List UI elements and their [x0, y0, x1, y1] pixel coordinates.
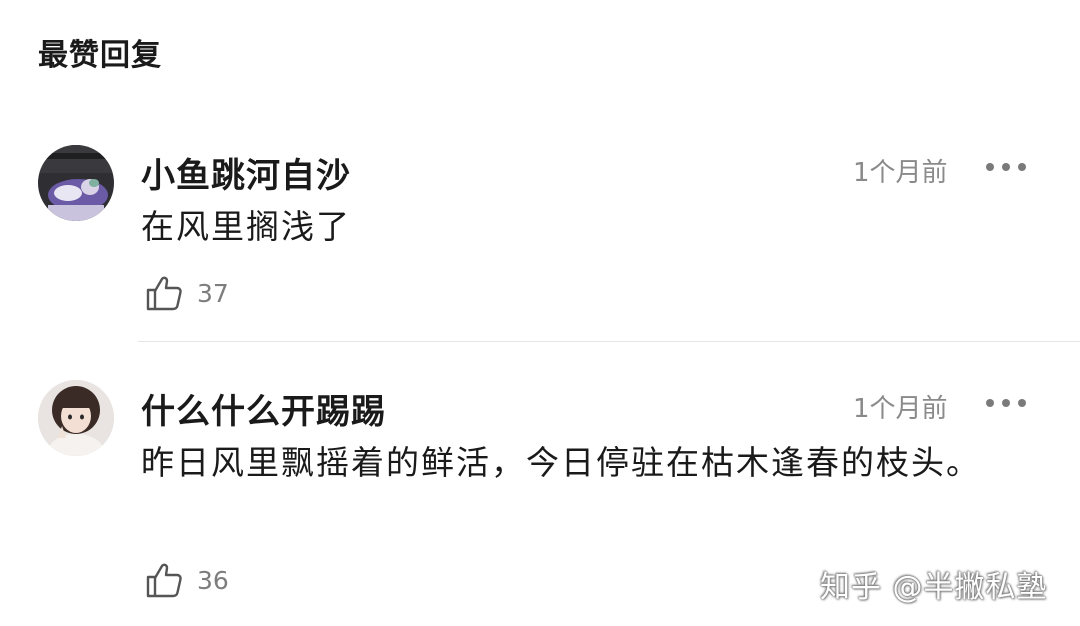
thumbs-up-icon — [146, 563, 182, 598]
more-dot — [1018, 399, 1026, 407]
more-dot — [1002, 163, 1010, 171]
avatar[interactable] — [38, 380, 114, 456]
like-button[interactable]: 37 — [145, 274, 229, 312]
comment-content: 在风里搁浅了 — [141, 207, 351, 246]
more-dot — [1018, 163, 1026, 171]
more-dot — [1002, 399, 1010, 407]
comment-time: 1个月前 — [853, 158, 948, 188]
like-count: 36 — [197, 565, 229, 595]
comment-author[interactable]: 小鱼跳河自沙 — [141, 148, 351, 197]
more-dot — [986, 399, 994, 407]
section-title: 最赞回复 — [38, 38, 162, 73]
avatar-image — [38, 145, 114, 221]
like-button[interactable]: 36 — [145, 561, 229, 599]
thumbs-up-icon — [146, 276, 182, 311]
divider — [138, 341, 1080, 342]
more-dots-icon[interactable] — [986, 161, 1026, 173]
avatar[interactable] — [38, 145, 114, 221]
avatar-image — [38, 380, 114, 456]
watermark: 知乎 @半撇私塾 — [820, 570, 1048, 605]
comment-author[interactable]: 什么什么开踢踢 — [141, 384, 386, 433]
like-count: 37 — [197, 278, 229, 308]
more-dots-icon[interactable] — [986, 397, 1026, 409]
comment-content: 昨日风里飘摇着的鲜活，今日停驻在枯木逢春的枝头。 — [141, 443, 981, 482]
comment-time: 1个月前 — [853, 394, 948, 424]
more-dot — [986, 163, 994, 171]
